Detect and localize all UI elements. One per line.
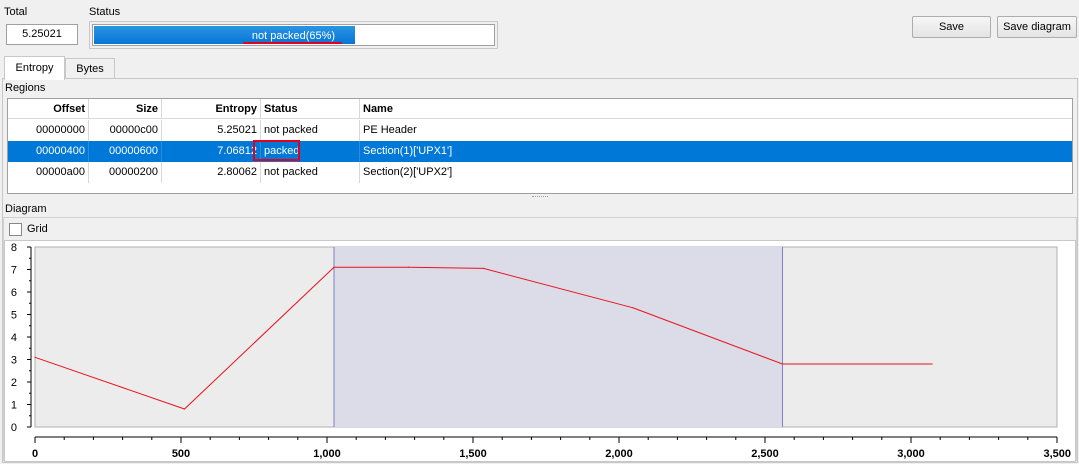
entropy-data-point [482, 267, 485, 269]
cell-offset: 00000000 [8, 120, 89, 141]
table-row[interactable]: 00000a00 00000200 2.80062 not packed Sec… [8, 162, 1072, 183]
status-underline-annotation [243, 42, 342, 44]
cell-entropy: 7.06812 [162, 141, 261, 162]
y-tick-label: 0 [11, 422, 17, 434]
cell-status: not packed [261, 120, 360, 141]
grid-checkbox[interactable] [9, 223, 22, 236]
selected-region-highlight [334, 247, 783, 427]
y-tick-label: 2 [11, 377, 17, 389]
entropy-data-point [931, 363, 933, 365]
column-header-offset[interactable]: Offset [8, 99, 89, 119]
cell-entropy: 2.80062 [162, 162, 261, 183]
x-tick-label: 2,500 [751, 448, 779, 460]
entropy-data-point [632, 307, 634, 309]
x-tick-label: 0 [32, 448, 38, 460]
x-tick-label: 1,500 [459, 448, 487, 460]
table-row-selected[interactable]: 00000400 00000600 7.06812 packed Section… [8, 141, 1072, 162]
cell-entropy: 5.25021 [162, 120, 261, 141]
x-tick-label: 3,000 [897, 448, 925, 460]
y-tick-label: 1 [11, 400, 17, 412]
total-value-field: 5.25021 [6, 24, 78, 45]
tab-bytes[interactable]: Bytes [65, 58, 115, 79]
cell-size: 00000c00 [89, 120, 162, 141]
diagram-label: Diagram [5, 203, 47, 215]
y-tick-label: 7 [11, 265, 17, 277]
y-tick-label: 3 [11, 355, 17, 367]
cell-size: 00000600 [89, 141, 162, 162]
entropy-data-point [781, 363, 784, 365]
cell-offset: 00000a00 [8, 162, 89, 183]
column-header-status[interactable]: Status [261, 99, 360, 119]
regions-label: Regions [5, 82, 46, 94]
x-tick-label: 2,000 [605, 448, 633, 460]
entropy-data-point [183, 408, 186, 410]
cell-name: PE Header [363, 124, 417, 136]
cell-name: Section(2)['UPX2'] [363, 166, 453, 178]
x-tick-label: 500 [172, 448, 190, 460]
y-tick-label: 8 [11, 242, 17, 254]
entropy-data-point [34, 356, 36, 358]
tab-entropy[interactable]: Entropy [4, 56, 65, 80]
entropy-chart-svg: 0 1 2 3 4 5 6 7 8 0 500 1,000 1,500 2,000 2,500 3,000 3,… [11, 242, 1071, 460]
cell-name: Section(1)['UPX1'] [363, 145, 453, 157]
cell-size: 00000200 [89, 162, 162, 183]
column-header-name[interactable]: Name [360, 99, 1072, 119]
column-header-entropy[interactable]: Entropy [162, 99, 261, 119]
entropy-data-point [333, 266, 335, 268]
save-diagram-button[interactable]: Save diagram [997, 16, 1077, 38]
cell-offset: 00000400 [8, 141, 89, 162]
grid-checkbox-label[interactable]: Grid [27, 223, 48, 235]
x-tick-label: 1,000 [313, 448, 341, 460]
entropy-data-point [408, 266, 410, 268]
splitter-handle[interactable] [532, 196, 548, 199]
table-row[interactable]: 00000000 00000c00 5.25021 not packed PE … [8, 120, 1072, 141]
entropy-chart[interactable]: 0 1 2 3 4 5 6 7 8 0 500 1,000 1,500 2,000 2,500 3,000 3,… [4, 240, 1076, 462]
y-tick-label: 5 [11, 310, 17, 322]
cell-status: not packed [261, 162, 360, 183]
total-label: Total [4, 6, 28, 18]
status-label: Status [89, 6, 121, 18]
column-header-size[interactable]: Size [89, 99, 162, 119]
status-frame: not packed(65%) [89, 21, 498, 49]
packed-status-annotation [253, 140, 300, 161]
x-tick-label: 3,500 [1043, 448, 1071, 460]
regions-table[interactable]: Offset Size Entropy Status Name 00000000… [7, 98, 1073, 194]
y-tick-label: 6 [11, 287, 17, 299]
save-button[interactable]: Save [912, 16, 991, 38]
y-tick-label: 4 [11, 332, 17, 344]
